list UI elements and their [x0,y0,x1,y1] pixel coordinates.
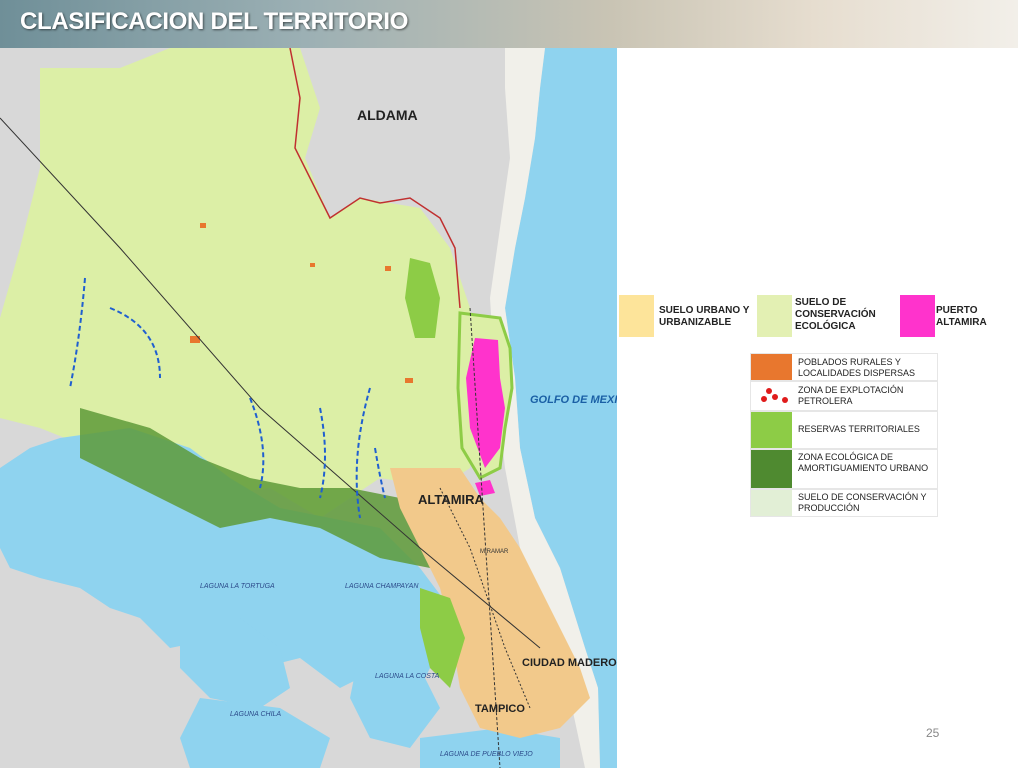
legend-label-buffer: ZONA ECOLÓGICA DE AMORTIGUAMIENTO URBANO [798,452,929,473]
label-golfo: GOLFO DE MEXICO [530,394,617,406]
legend-swatch-production [751,490,792,516]
label-ciudad-madero: CIUDAD MADERO [522,657,617,669]
label-laguna-champayan: LAGUNA CHAMPAYAN [345,583,419,590]
legend-row-production: SUELO DE CONSERVACIÓN Y PRODUCCIÓN [750,489,938,517]
label-altamira: ALTAMIRA [418,492,485,507]
legend-row-reserves: RESERVAS TERRITORIALES [750,411,938,449]
title-bar: CLASIFICACION DEL TERRITORIO [0,0,1018,48]
legend-label-conservation: SUELO DE CONSERVACIÓN ECOLÓGICA [795,297,876,332]
map-svg: ALDAMA GOLFO DE MEXICO ALTAMIRA CIUDAD M… [0,48,617,768]
label-miramar: MIRAMAR [480,549,509,555]
legend-swatch-buffer [751,450,792,488]
label-laguna-chila: LAGUNA CHILA [230,711,281,718]
rural-spot [310,263,315,267]
legend-swatch-conservation [757,295,792,337]
legend-row-rural: POBLADOS RURALES Y LOCALIDADES DISPERSAS [750,353,938,381]
legend-swatch-urban [619,295,654,337]
label-aldama: ALDAMA [357,107,418,123]
oil-dots-icon [761,388,788,403]
legend-row-buffer: ZONA ECOLÓGICA DE AMORTIGUAMIENTO URBANO [750,449,938,489]
legend-label-rural: POBLADOS RURALES Y LOCALIDADES DISPERSAS [798,357,916,378]
legend-detail: POBLADOS RURALES Y LOCALIDADES DISPERSAS… [750,353,938,517]
legend-swatch-port [900,295,935,337]
page-number: 25 [926,726,940,740]
legend-swatch-oil [751,382,792,410]
label-tampico: TAMPICO [475,703,525,715]
legend-port: PUERTO ALTAMIRA [900,295,1018,339]
rural-spot [405,378,413,383]
legend-label-port: PUERTO ALTAMIRA [936,305,987,328]
label-laguna-pueblo-viejo: LAGUNA DE PUEBLO VIEJO [440,751,533,758]
rural-spot [200,223,206,228]
legend-urban: SUELO URBANO Y URBANIZABLE [617,295,757,339]
rural-spot [385,266,391,271]
legend-label-production: SUELO DE CONSERVACIÓN Y PRODUCCIÓN [798,492,927,513]
label-laguna-costa: LAGUNA LA COSTA [375,673,440,680]
page-title: CLASIFICACION DEL TERRITORIO [20,8,409,35]
legend-conservation: SUELO DE CONSERVACIÓN ECOLÓGICA [757,295,897,339]
legend-label-urban: SUELO URBANO Y URBANIZABLE [659,305,750,328]
label-laguna-tortuga: LAGUNA LA TORTUGA [200,583,275,590]
legend-top: SUELO URBANO Y URBANIZABLE SUELO DE CONS… [617,295,1018,339]
territory-map[interactable]: ALDAMA GOLFO DE MEXICO ALTAMIRA CIUDAD M… [0,48,617,768]
legend-label-reserves: RESERVAS TERRITORIALES [798,424,920,434]
legend-swatch-rural [751,354,792,380]
legend-label-oil: ZONA DE EXPLOTACIÓN PETROLERA [798,385,904,406]
legend-swatch-reserves [751,412,792,448]
legend-row-oil: ZONA DE EXPLOTACIÓN PETROLERA [750,381,938,411]
